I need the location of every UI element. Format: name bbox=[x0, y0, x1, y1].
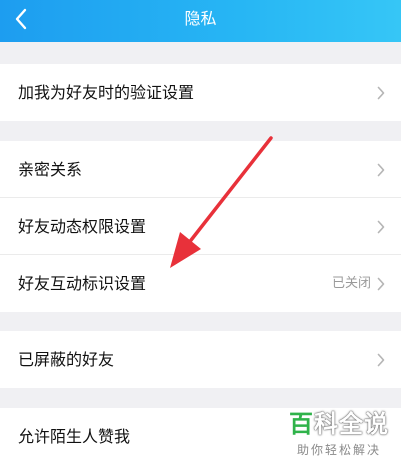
group-verification: 加我为好友时的验证设置 bbox=[0, 64, 401, 121]
row-friend-verification[interactable]: 加我为好友时的验证设置 bbox=[0, 64, 401, 121]
chevron-right-icon bbox=[377, 86, 385, 100]
watermark-subtitle: 助你轻松解决 bbox=[296, 443, 381, 457]
row-feed-permission[interactable]: 好友动态权限设置 bbox=[0, 198, 401, 255]
row-label: 好友互动标识设置 bbox=[18, 274, 147, 293]
row-interaction-badge[interactable]: 好友互动标识设置 已关闭 bbox=[0, 255, 401, 312]
page-title: 隐私 bbox=[184, 9, 217, 28]
chevron-right-icon bbox=[377, 277, 385, 291]
row-label: 允许陌生人赞我 bbox=[18, 427, 131, 446]
row-status-value: 已关闭 bbox=[331, 276, 371, 291]
row-label: 好友动态权限设置 bbox=[18, 217, 147, 236]
row-intimate-relation[interactable]: 亲密关系 bbox=[0, 141, 401, 198]
row-label: 亲密关系 bbox=[18, 160, 83, 179]
row-label: 已屏蔽的好友 bbox=[18, 350, 115, 369]
row-label: 加我为好友时的验证设置 bbox=[18, 83, 195, 102]
chevron-right-icon bbox=[377, 220, 385, 234]
chevron-right-icon bbox=[377, 163, 385, 177]
nav-header: 隐私 bbox=[0, 0, 401, 42]
row-blocked-friends[interactable]: 已屏蔽的好友 bbox=[0, 331, 401, 388]
chevron-right-icon bbox=[377, 353, 385, 367]
group-blocked: 已屏蔽的好友 bbox=[0, 331, 401, 388]
watermark-logo: 百科全说 bbox=[289, 410, 389, 438]
group-friends: 亲密关系 好友动态权限设置 好友互动标识设置 已关闭 bbox=[0, 141, 401, 312]
watermark: 百科全说 助你轻松解决 bbox=[289, 404, 389, 458]
